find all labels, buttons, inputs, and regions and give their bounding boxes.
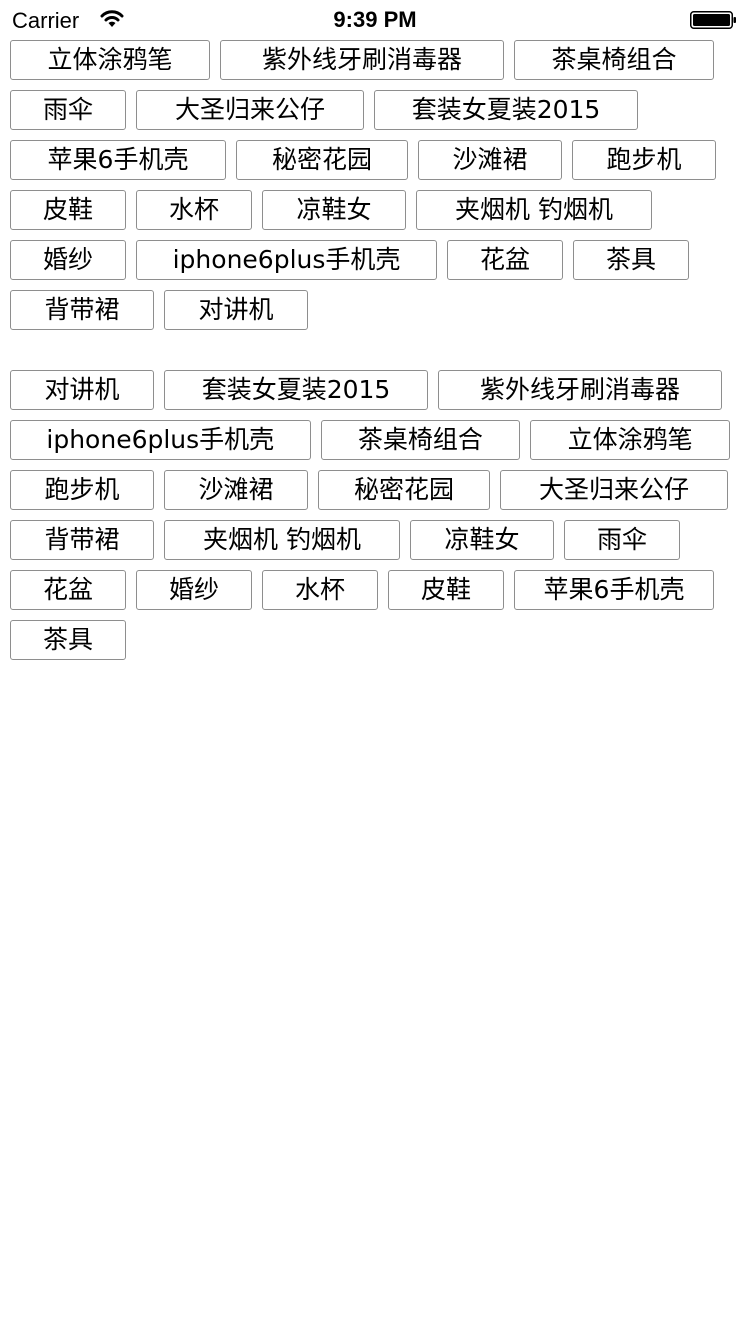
tag-button[interactable]: 秘密花园	[318, 470, 490, 510]
tag-row: iphone6plus手机壳 茶桌椅组合 立体涂鸦笔	[10, 420, 740, 460]
tag-button[interactable]: 跑步机	[572, 140, 716, 180]
tag-row: 跑步机 沙滩裙 秘密花园 大圣归来公仔	[10, 470, 740, 510]
tag-button[interactable]: 套装女夏装2015	[164, 370, 428, 410]
tag-button[interactable]: 水杯	[262, 570, 378, 610]
tag-button[interactable]: 花盆	[10, 570, 126, 610]
battery-icon	[690, 11, 736, 29]
tag-button[interactable]: 茶桌椅组合	[320, 420, 521, 460]
tag-button[interactable]: 跑步机	[10, 470, 154, 510]
tag-button[interactable]: 雨伞	[564, 520, 680, 560]
tag-row: 皮鞋 水杯 凉鞋女 夹烟机 钓烟机	[10, 190, 740, 230]
tag-button[interactable]: 大圣归来公仔	[500, 470, 728, 510]
tag-button[interactable]: 背带裙	[10, 520, 154, 560]
tag-button[interactable]: 夹烟机 钓烟机	[164, 520, 400, 560]
tag-button[interactable]: 背带裙	[10, 290, 154, 330]
tag-row: 对讲机 套装女夏装2015 紫外线牙刷消毒器	[10, 370, 740, 410]
tag-button[interactable]: 夹烟机 钓烟机	[416, 190, 652, 230]
status-time: 9:39 PM	[333, 7, 417, 32]
tag-button[interactable]: 茶桌椅组合	[514, 40, 714, 80]
tag-button[interactable]: 苹果6手机壳	[514, 570, 714, 610]
tag-row: 婚纱 iphone6plus手机壳 花盆 茶具	[10, 240, 740, 280]
tag-button[interactable]: 婚纱	[10, 240, 126, 280]
tag-row: 立体涂鸦笔 紫外线牙刷消毒器 茶桌椅组合	[10, 40, 740, 80]
tag-button[interactable]: 凉鞋女	[262, 190, 406, 230]
tag-button[interactable]: 皮鞋	[10, 190, 126, 230]
status-bar: Carrier 9:39 PM	[0, 0, 750, 40]
tag-button[interactable]: 茶具	[573, 240, 689, 280]
tag-button[interactable]: 立体涂鸦笔	[530, 420, 730, 460]
tag-button[interactable]: 水杯	[136, 190, 252, 230]
tag-button[interactable]: 婚纱	[136, 570, 252, 610]
tag-button[interactable]: 花盆	[447, 240, 563, 280]
tag-button[interactable]: 沙滩裙	[164, 470, 308, 510]
tag-button[interactable]: 立体涂鸦笔	[10, 40, 210, 80]
tag-button[interactable]: 套装女夏装2015	[374, 90, 638, 130]
tag-row: 背带裙 夹烟机 钓烟机 凉鞋女 雨伞	[10, 520, 740, 560]
tag-row: 背带裙 对讲机	[10, 290, 740, 330]
tag-button[interactable]: 紫外线牙刷消毒器	[220, 40, 504, 80]
tag-button[interactable]: iphone6plus手机壳	[136, 240, 437, 280]
tag-row: 苹果6手机壳 秘密花园 沙滩裙 跑步机	[10, 140, 740, 180]
tag-row: 茶具	[10, 620, 740, 660]
tag-button[interactable]: 凉鞋女	[410, 520, 554, 560]
tag-button[interactable]: 紫外线牙刷消毒器	[438, 370, 722, 410]
tag-button[interactable]: 大圣归来公仔	[136, 90, 364, 130]
tag-group-shuffled: 对讲机 套装女夏装2015 紫外线牙刷消毒器 iphone6plus手机壳 茶桌…	[10, 370, 740, 670]
tag-button[interactable]: 茶具	[10, 620, 126, 660]
tag-row: 花盆 婚纱 水杯 皮鞋 苹果6手机壳	[10, 570, 740, 610]
tag-button[interactable]: 雨伞	[10, 90, 126, 130]
tag-row: 雨伞 大圣归来公仔 套装女夏装2015	[10, 90, 740, 130]
tag-group-primary: 立体涂鸦笔 紫外线牙刷消毒器 茶桌椅组合 雨伞 大圣归来公仔 套装女夏装2015…	[10, 40, 740, 340]
tag-button[interactable]: 苹果6手机壳	[10, 140, 226, 180]
tag-button[interactable]: 皮鞋	[388, 570, 504, 610]
tag-button[interactable]: 对讲机	[164, 290, 308, 330]
tag-button[interactable]: 对讲机	[10, 370, 154, 410]
tag-button[interactable]: 秘密花园	[236, 140, 408, 180]
tag-button[interactable]: iphone6plus手机壳	[10, 420, 311, 460]
tag-button[interactable]: 沙滩裙	[418, 140, 562, 180]
